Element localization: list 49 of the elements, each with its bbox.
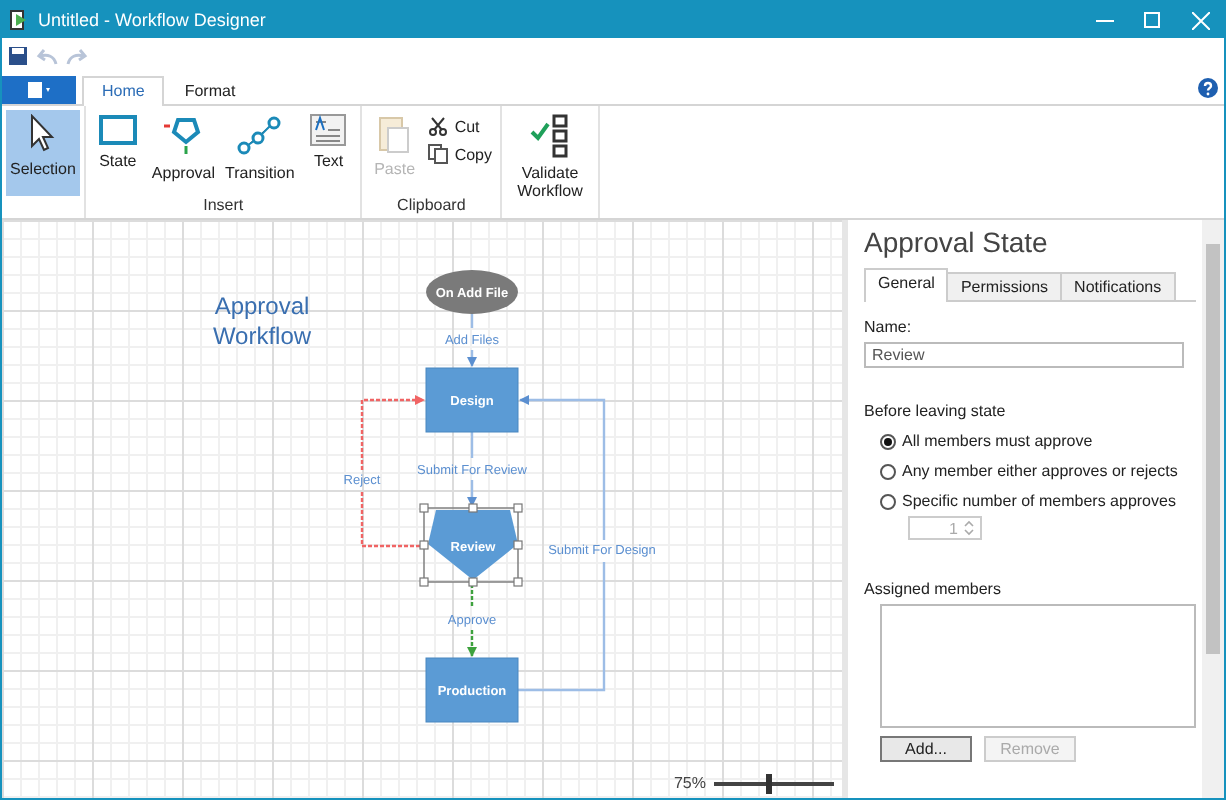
zoom-thumb[interactable]	[766, 773, 772, 793]
text-tool-button[interactable]: Text	[300, 110, 357, 196]
cut-button[interactable]: Cut	[424, 114, 497, 138]
panel-title: Approval State	[864, 226, 1050, 258]
panel-tab[interactable]: General	[864, 268, 949, 302]
close-icon[interactable]	[1191, 11, 1209, 29]
panel-tab[interactable]: Notifications	[1060, 272, 1176, 300]
radio-button[interactable]	[880, 463, 896, 479]
pointer-icon	[28, 114, 57, 154]
add-button[interactable]: Add...	[880, 736, 972, 762]
ribbon-tab[interactable]: Format	[164, 76, 256, 106]
members-label: Assigned members	[864, 580, 1003, 598]
approval-tool-button[interactable]: Approval	[147, 110, 219, 196]
radio-button[interactable]	[880, 433, 896, 449]
copy-icon	[428, 144, 449, 164]
text-box-icon	[310, 114, 347, 146]
save-icon[interactable]	[8, 46, 28, 66]
file-menu-button[interactable]	[2, 75, 76, 103]
copy-button[interactable]: Copy	[424, 142, 497, 166]
app-icon	[10, 10, 28, 30]
scrollbar[interactable]	[1202, 220, 1224, 798]
rectangle-icon	[97, 114, 138, 146]
state-tool-button[interactable]: State	[89, 110, 146, 196]
group-label: Clipboard	[395, 196, 468, 218]
option-label: All members must approve	[902, 432, 1093, 450]
panel-tab[interactable]: Permissions	[946, 272, 1063, 300]
group-label: Insert	[201, 196, 246, 218]
section-label: Before leaving state	[864, 402, 1008, 420]
connected-circles-icon	[235, 114, 284, 158]
name-label: Name:	[864, 318, 914, 336]
maximize-icon[interactable]	[1144, 12, 1160, 28]
diagram-title: Approval Workflow	[210, 292, 314, 352]
selection-tool-button[interactable]: Selection	[6, 110, 80, 196]
zoom-reading: 75%	[673, 774, 706, 792]
radio-button[interactable]	[880, 493, 896, 509]
window-title: Untitled - Workflow Designer	[38, 10, 268, 30]
option-label: Specific number of members approves	[902, 492, 1176, 510]
scissors-icon	[428, 116, 449, 136]
transition-tool-button[interactable]: Transition	[221, 110, 299, 196]
help-icon[interactable]	[1198, 78, 1218, 98]
clipboard-icon	[378, 114, 411, 154]
name-field[interactable]: Review	[864, 342, 1184, 368]
minimize-icon[interactable]	[1095, 19, 1113, 21]
pentagon-icon	[161, 114, 206, 158]
ribbon-tab[interactable]: Home	[82, 76, 165, 106]
option-label: Any member either approves or rejects	[902, 462, 1178, 480]
checkmark-chain-icon	[530, 114, 571, 158]
document-icon	[27, 81, 51, 97]
validate-tool-button[interactable]: Validate Workflow	[506, 110, 595, 204]
